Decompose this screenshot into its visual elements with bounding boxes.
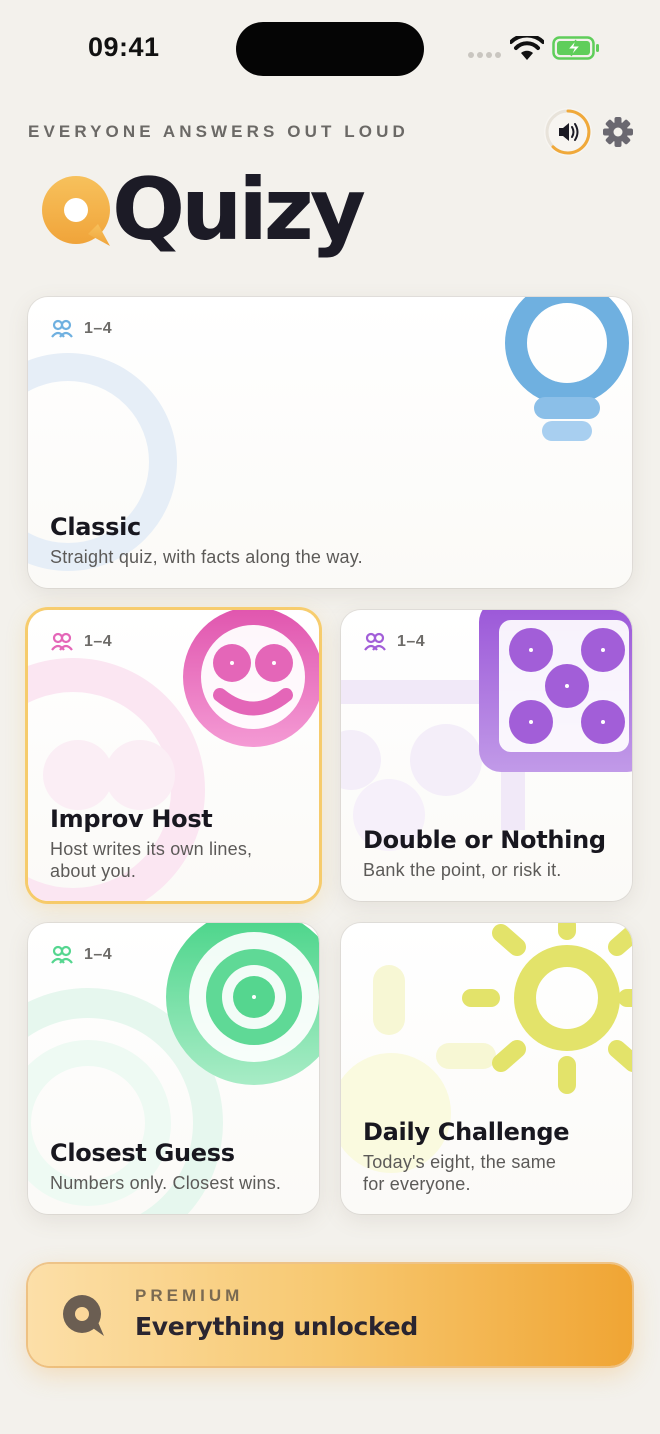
card-title: Double or Nothing — [363, 826, 606, 854]
card-description-line: about you. — [50, 861, 137, 881]
card-description: Bank the point, or risk it. — [363, 860, 562, 880]
speaker-icon — [545, 109, 591, 155]
settings-button[interactable] — [600, 114, 636, 150]
logo-wordmark: Quizy — [112, 160, 366, 260]
card-title: Closest Guess — [50, 1139, 235, 1167]
players-count: 1–4 — [363, 632, 425, 652]
players-count: 1–4 — [50, 319, 112, 339]
mode-card-classic[interactable]: 1–4 Classic Straight quiz, with facts al… — [28, 297, 632, 588]
premium-title: Everything unlocked — [135, 1312, 418, 1341]
card-description: Host writes its own lines, about you. — [50, 838, 252, 882]
players-icon — [364, 632, 386, 651]
card-title: Improv Host — [50, 805, 213, 833]
premium-kicker: PREMIUM — [135, 1286, 244, 1305]
mode-card-improv-host[interactable]: 1–4 Improv Host Host writes its own line… — [28, 610, 319, 901]
tagline: EVERYONE ANSWERS OUT LOUD — [28, 122, 409, 141]
premium-banner[interactable]: PREMIUM Everything unlocked — [28, 1264, 632, 1366]
target-icon — [28, 923, 319, 1214]
card-description: Straight quiz, with facts along the way. — [50, 547, 363, 567]
players-count: 1–4 — [50, 632, 112, 652]
gear-icon — [603, 117, 633, 147]
mode-card-daily-challenge[interactable]: Daily Challenge Today's eight, the same … — [341, 923, 632, 1214]
players-label: 1–4 — [84, 946, 113, 963]
players-label: 1–4 — [84, 633, 113, 650]
card-title: Classic — [50, 513, 141, 541]
mode-card-double-or-nothing[interactable]: 1–4 Double or Nothing Bank the point, or… — [341, 610, 632, 901]
card-description-line: Host writes its own lines, — [50, 839, 253, 859]
players-label: 1–4 — [397, 633, 426, 650]
status-bar: 09:41 — [0, 0, 660, 96]
players-icon — [51, 632, 73, 651]
card-title: Daily Challenge — [363, 1118, 570, 1146]
status-time: 09:41 — [88, 32, 160, 62]
mode-card-closest-guess[interactable]: 1–4 Closest Guess Numbers only. Closest … — [28, 923, 319, 1214]
players-icon — [51, 319, 73, 338]
dice-icon — [341, 610, 632, 851]
cellular-signal-icon — [468, 52, 502, 60]
card-description: Today's eight, the same for everyone. — [363, 1151, 556, 1195]
players-label: 1–4 — [84, 320, 113, 337]
card-description-line: for everyone. — [363, 1174, 471, 1194]
premium-q-icon — [63, 1295, 104, 1336]
card-description: Numbers only. Closest wins. — [50, 1173, 282, 1193]
card-description-line: Today's eight, the same — [363, 1152, 557, 1172]
players-icon — [51, 945, 73, 964]
logo-q-icon — [42, 176, 110, 246]
lightbulb-icon — [28, 297, 629, 571]
players-count: 1–4 — [50, 945, 112, 965]
dynamic-island — [236, 22, 424, 76]
wifi-icon — [510, 36, 544, 60]
sound-toggle-button[interactable] — [544, 108, 592, 156]
battery-charging-icon — [552, 36, 599, 60]
app-logo: Quizy — [40, 160, 366, 272]
